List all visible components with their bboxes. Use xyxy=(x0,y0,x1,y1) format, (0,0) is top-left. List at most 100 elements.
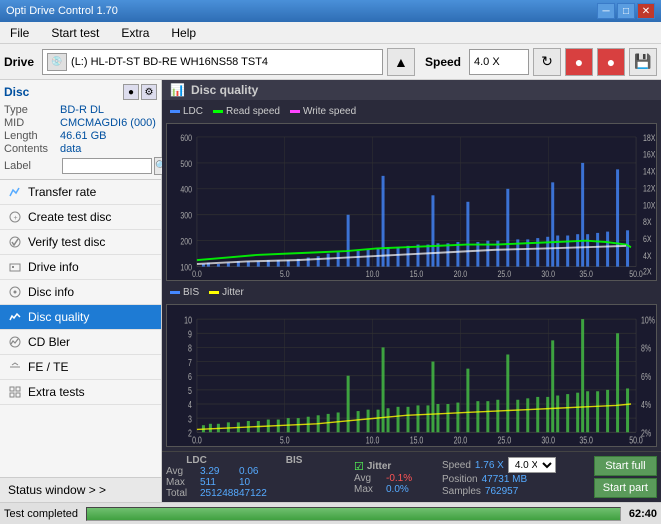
avg-row-label: Avg xyxy=(166,466,196,477)
bis-col-header: BIS xyxy=(286,455,326,466)
app-title: Opti Drive Control 1.70 xyxy=(6,5,118,17)
jitter-check-icon: ☑ xyxy=(354,460,364,473)
svg-text:10: 10 xyxy=(184,314,192,326)
disc-panel: Disc ● ⚙ Type BD-R DL MID CMCMAGDI6 (000… xyxy=(0,80,161,180)
svg-text:50.0: 50.0 xyxy=(629,434,643,446)
window-controls: ─ □ ✕ xyxy=(597,3,655,19)
svg-text:25.0: 25.0 xyxy=(498,269,512,279)
drive-label: Drive xyxy=(4,55,34,69)
svg-text:20.0: 20.0 xyxy=(454,434,468,446)
svg-text:2X: 2X xyxy=(643,267,652,277)
disc-icon: ● xyxy=(123,84,139,100)
samples-label: Samples xyxy=(442,486,481,497)
bis-avg-val: 0.06 xyxy=(239,466,269,477)
sidebar-item-disc-info[interactable]: Disc info xyxy=(0,280,161,305)
menu-help[interactable]: Help xyxy=(165,24,202,42)
write-speed-color xyxy=(290,110,300,113)
drive-name: (L:) HL-DT-ST BD-RE WH16NS58 TST4 xyxy=(71,56,268,68)
menu-extra[interactable]: Extra xyxy=(115,24,155,42)
bottom-chart: 10 9 8 7 6 5 4 3 2 10% 8% 6% 4% 2% 0.0 xyxy=(166,304,657,447)
bottom-chart-legend: BIS Jitter xyxy=(166,285,657,300)
top-chart: 600 500 400 300 200 100 18X 16X 14X 12X … xyxy=(166,123,657,281)
legend-bis: BIS xyxy=(170,287,199,298)
save-button[interactable]: 💾 xyxy=(629,48,657,76)
sidebar-item-extra-tests[interactable]: Extra tests xyxy=(0,380,161,405)
speed-value: 4.0 X xyxy=(474,56,500,68)
jitter-max-label: Max xyxy=(354,484,384,495)
jitter-color xyxy=(209,291,219,294)
type-val: BD-R DL xyxy=(60,104,104,116)
length-key: Length xyxy=(4,130,60,142)
svg-text:30.0: 30.0 xyxy=(541,434,555,446)
refresh-button[interactable]: ↻ xyxy=(533,48,561,76)
stats-table: LDC BIS Avg 3.29 0.06 Max 511 10 Total 2… xyxy=(166,455,346,499)
fe-te-icon xyxy=(8,360,22,374)
bis-max-val: 10 xyxy=(239,477,269,488)
svg-text:16X: 16X xyxy=(643,150,656,160)
eject-button[interactable]: ▲ xyxy=(387,48,415,76)
chart-title: Disc quality xyxy=(191,83,258,97)
start-part-button[interactable]: Start part xyxy=(594,478,657,498)
disc-section-title: Disc xyxy=(4,85,29,99)
start-full-button[interactable]: Start full xyxy=(594,456,657,476)
svg-text:100: 100 xyxy=(180,263,192,273)
charts-area: LDC Read speed Write speed xyxy=(162,100,661,451)
nav-label-disc-quality: Disc quality xyxy=(28,310,89,324)
sidebar-item-cd-bler[interactable]: CD Bler xyxy=(0,330,161,355)
time-display: 62:40 xyxy=(629,508,657,520)
svg-text:8%: 8% xyxy=(641,342,651,354)
jitter-header: Jitter xyxy=(367,461,391,472)
ldc-col-header: LDC xyxy=(186,455,241,466)
disc-settings-icon[interactable]: ⚙ xyxy=(141,84,157,100)
svg-text:400: 400 xyxy=(180,185,192,195)
drive-icon: 💿 xyxy=(47,53,67,71)
drive-info-icon xyxy=(8,260,22,274)
svg-text:3: 3 xyxy=(188,413,192,425)
speed-stat-val: 1.76 X xyxy=(475,460,504,471)
progress-bar-container: Test completed 62:40 xyxy=(0,502,661,524)
label-input[interactable] xyxy=(62,158,152,174)
close-button[interactable]: ✕ xyxy=(637,3,655,19)
sidebar-item-fe-te[interactable]: FE / TE xyxy=(0,355,161,380)
svg-text:35.0: 35.0 xyxy=(579,269,593,279)
type-key: Type xyxy=(4,104,60,116)
svg-text:10.0: 10.0 xyxy=(366,269,380,279)
legend-ldc: LDC xyxy=(170,106,203,117)
top-chart-svg: 600 500 400 300 200 100 18X 16X 14X 12X … xyxy=(167,124,656,280)
speed-stat-dropdown[interactable]: 4.0 X xyxy=(508,457,556,473)
max-row-label: Max xyxy=(166,477,196,488)
menu-start-test[interactable]: Start test xyxy=(45,24,105,42)
svg-text:9: 9 xyxy=(188,328,192,340)
svg-text:5.0: 5.0 xyxy=(280,434,290,446)
svg-text:4: 4 xyxy=(188,399,192,411)
mid-key: MID xyxy=(4,117,60,129)
svg-text:15.0: 15.0 xyxy=(410,434,424,446)
speed-selector[interactable]: 4.0 X xyxy=(469,49,529,75)
sidebar-item-transfer-rate[interactable]: Transfer rate xyxy=(0,180,161,205)
svg-text:5.0: 5.0 xyxy=(280,269,290,279)
contents-key: Contents xyxy=(4,143,60,155)
jitter-section: ☑ Jitter Avg -0.1% Max 0.0% xyxy=(354,460,434,495)
minimize-button[interactable]: ─ xyxy=(597,3,615,19)
contents-val: data xyxy=(60,143,81,155)
sidebar-item-drive-info[interactable]: Drive info xyxy=(0,255,161,280)
disc-info-icon xyxy=(8,285,22,299)
cd-bler-icon xyxy=(8,335,22,349)
maximize-button[interactable]: □ xyxy=(617,3,635,19)
drive-selector[interactable]: 💿 (L:) HL-DT-ST BD-RE WH16NS58 TST4 xyxy=(42,49,383,75)
status-window-button[interactable]: Status window > > xyxy=(0,478,161,502)
svg-text:4X: 4X xyxy=(643,251,652,261)
settings-button[interactable]: ● xyxy=(565,48,593,76)
sidebar-item-create-test-disc[interactable]: + Create test disc xyxy=(0,205,161,230)
samples-val: 762957 xyxy=(485,486,518,497)
menu-file[interactable]: File xyxy=(4,24,35,42)
svg-text:10%: 10% xyxy=(641,314,655,326)
info-button[interactable]: ● xyxy=(597,48,625,76)
svg-text:12X: 12X xyxy=(643,184,656,194)
sidebar-item-disc-quality[interactable]: Disc quality xyxy=(0,305,161,330)
svg-text:18X: 18X xyxy=(643,133,656,143)
svg-text:20.0: 20.0 xyxy=(454,269,468,279)
extra-tests-icon xyxy=(8,385,22,399)
svg-text:0.0: 0.0 xyxy=(192,269,202,279)
sidebar-item-verify-test-disc[interactable]: Verify test disc xyxy=(0,230,161,255)
